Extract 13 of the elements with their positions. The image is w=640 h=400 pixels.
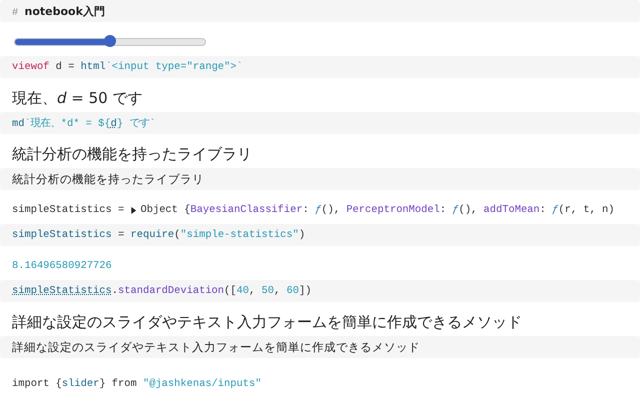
object-preview: Object {BayesianClassifier: ƒ(), PerceptronModel: ƒ(), addToMean: ƒ(r, t, n) <box>140 204 615 216</box>
output-value: 8.16496580927726 <box>12 260 112 274</box>
code-line[interactable]: # notebook入門 <box>12 4 105 18</box>
output-code: import {slider} from "@jashkenas/inputs" <box>12 378 262 390</box>
output-heading: 統計分析の機能を持ったライブラリ <box>12 145 252 165</box>
code-line[interactable]: viewof d = html`<input type="range">` <box>12 61 243 73</box>
variable-label: simpleStatistics = <box>12 204 126 216</box>
code-line[interactable]: md`現在、*d* = ${d} です` <box>12 116 156 130</box>
output-text: 現在、d = 50 です <box>12 89 142 109</box>
slider[interactable] <box>14 38 206 46</box>
output-heading: 詳細な設定のスライダやテキスト入力フォームを簡単に作成できるメソッド <box>12 313 522 333</box>
slider-thumb[interactable] <box>104 35 116 47</box>
expand-triangle-icon[interactable] <box>130 206 138 214</box>
